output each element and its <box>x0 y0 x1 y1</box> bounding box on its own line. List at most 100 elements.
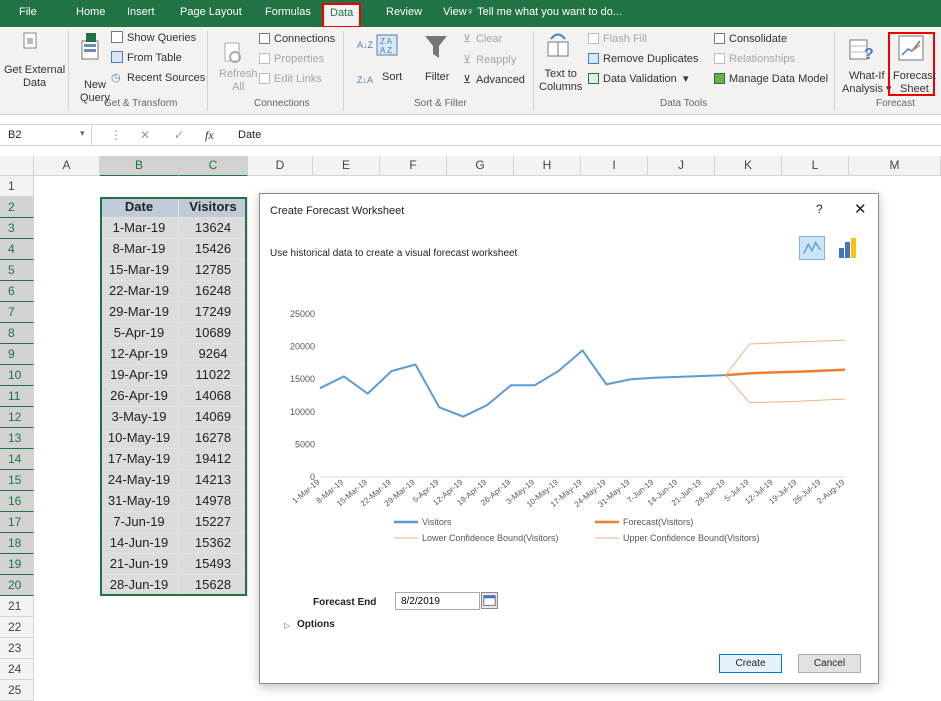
group-label-get-transform: Get & Transform <box>104 98 178 109</box>
row-header-4[interactable]: 4 <box>0 239 34 260</box>
tab-formulas[interactable]: Formulas <box>265 6 311 18</box>
get-external-data-button[interactable]: Get External Data <box>4 64 65 90</box>
row-header-24[interactable]: 24 <box>0 659 34 680</box>
name-box-dropdown-icon[interactable]: ▾ <box>80 128 85 139</box>
column-header-c[interactable]: C <box>179 156 248 176</box>
row-header-11[interactable]: 11 <box>0 386 34 407</box>
y-tick-label: 20000 <box>290 342 315 352</box>
row-header-2[interactable]: 2 <box>0 197 34 218</box>
column-header-f[interactable]: F <box>380 156 447 176</box>
selection-range <box>100 197 247 596</box>
group-label-sort-filter: Sort & Filter <box>414 98 467 109</box>
close-button[interactable]: ✕ <box>854 200 867 218</box>
row-header-22[interactable]: 22 <box>0 617 34 638</box>
from-table-button[interactable]: From Table <box>127 52 182 65</box>
row-header-15[interactable]: 15 <box>0 470 34 491</box>
tab-page-layout[interactable]: Page Layout <box>180 6 242 18</box>
y-tick-label: 10000 <box>290 407 315 417</box>
row-header-21[interactable]: 21 <box>0 596 34 617</box>
sort-ascending-icon[interactable]: A↓Z <box>357 39 373 52</box>
row-header-6[interactable]: 6 <box>0 281 34 302</box>
tab-insert[interactable]: Insert <box>127 6 155 18</box>
tab-view[interactable]: View <box>443 6 467 18</box>
column-header-b[interactable]: B <box>100 156 179 176</box>
row-header-5[interactable]: 5 <box>0 260 34 281</box>
calendar-icon[interactable] <box>481 592 498 609</box>
tab-data[interactable]: Data <box>321 3 362 28</box>
column-header-j[interactable]: J <box>648 156 715 176</box>
edit-links-button[interactable]: Edit Links <box>274 73 322 86</box>
column-header-e[interactable]: E <box>313 156 380 176</box>
recent-sources-button[interactable]: Recent Sources <box>127 72 205 85</box>
line-chart-type-button[interactable] <box>799 236 825 260</box>
column-header-k[interactable]: K <box>715 156 782 176</box>
column-header-a[interactable]: A <box>34 156 100 176</box>
series-line-3 <box>725 374 846 404</box>
tab-review[interactable]: Review <box>386 6 422 18</box>
legend-label: Upper Confidence Bound(Visitors) <box>623 533 759 543</box>
column-header-m[interactable]: M <box>849 156 941 176</box>
row-header-7[interactable]: 7 <box>0 302 34 323</box>
row-header-1[interactable]: 1 <box>0 176 34 197</box>
row-header-25[interactable]: 25 <box>0 680 34 701</box>
forecast-end-input[interactable] <box>395 592 480 610</box>
connections-button[interactable]: Connections <box>274 33 335 46</box>
column-header-i[interactable]: I <box>581 156 648 176</box>
row-header-20[interactable]: 20 <box>0 575 34 596</box>
sort-button[interactable]: Sort <box>382 71 402 84</box>
column-header-d[interactable]: D <box>248 156 313 176</box>
clear-button[interactable]: Clear <box>476 33 502 46</box>
tab-home[interactable]: Home <box>76 6 105 18</box>
relationships-button[interactable]: Relationships <box>729 53 795 66</box>
flash-fill-button[interactable]: Flash Fill <box>603 33 647 46</box>
row-header-19[interactable]: 19 <box>0 554 34 575</box>
row-header-8[interactable]: 8 <box>0 323 34 344</box>
row-header-3[interactable]: 3 <box>0 218 34 239</box>
sort-descending-icon[interactable]: Z↓A <box>357 74 373 87</box>
name-box[interactable]: B2 ▾ <box>0 125 92 145</box>
what-if-analysis-button[interactable]: What-If Analysis ▾ <box>842 70 892 96</box>
options-toggle[interactable]: Options <box>297 619 335 630</box>
column-header-g[interactable]: G <box>447 156 514 176</box>
tell-me-box[interactable]: ♀ Tell me what you want to do... <box>466 6 622 18</box>
select-all-corner[interactable] <box>0 156 34 176</box>
row-header-9[interactable]: 9 <box>0 344 34 365</box>
row-header-10[interactable]: 10 <box>0 365 34 386</box>
cancel-edit-icon[interactable]: ✕ <box>140 128 150 142</box>
cancel-button[interactable]: Cancel <box>798 654 861 673</box>
row-header-16[interactable]: 16 <box>0 491 34 512</box>
what-if-analysis-icon: ? <box>849 39 874 61</box>
consolidate-button[interactable]: Consolidate <box>729 33 787 46</box>
options-expand-icon[interactable]: ▷ <box>284 621 290 630</box>
column-header-h[interactable]: H <box>514 156 581 176</box>
text-to-columns-button[interactable]: Text to Columns <box>539 68 582 94</box>
row-header-13[interactable]: 13 <box>0 428 34 449</box>
column-chart-type-button[interactable] <box>834 236 860 260</box>
row-header-18[interactable]: 18 <box>0 533 34 554</box>
column-header-l[interactable]: L <box>782 156 849 176</box>
formula-input[interactable]: Date <box>238 129 261 141</box>
tab-file[interactable]: File <box>19 6 37 18</box>
confirm-edit-icon[interactable]: ✓ <box>174 128 184 142</box>
row-header-17[interactable]: 17 <box>0 512 34 533</box>
manage-data-model-button[interactable]: Manage Data Model <box>729 73 828 86</box>
remove-duplicates-button[interactable]: Remove Duplicates <box>603 53 698 66</box>
data-validation-dropdown-icon[interactable]: ▾ <box>683 73 689 86</box>
row-header-23[interactable]: 23 <box>0 638 34 659</box>
help-button[interactable]: ? <box>816 202 823 216</box>
create-button[interactable]: Create <box>719 654 782 673</box>
row-header-12[interactable]: 12 <box>0 407 34 428</box>
refresh-all-button[interactable]: Refresh All <box>219 68 258 94</box>
legend-label: Forecast(Visitors) <box>623 517 693 527</box>
insert-function-icon[interactable]: fx <box>205 128 214 143</box>
reapply-button[interactable]: Reapply <box>476 54 516 67</box>
properties-button[interactable]: Properties <box>274 53 324 66</box>
forecast-sheet-button[interactable]: Forecast Sheet <box>893 70 936 96</box>
data-validation-icon <box>588 73 599 84</box>
consolidate-icon <box>714 33 725 44</box>
row-header-14[interactable]: 14 <box>0 449 34 470</box>
show-queries-button[interactable]: Show Queries <box>127 32 196 45</box>
advanced-button[interactable]: Advanced <box>476 74 525 87</box>
filter-button[interactable]: Filter <box>425 71 449 84</box>
data-validation-button[interactable]: Data Validation <box>603 73 677 86</box>
